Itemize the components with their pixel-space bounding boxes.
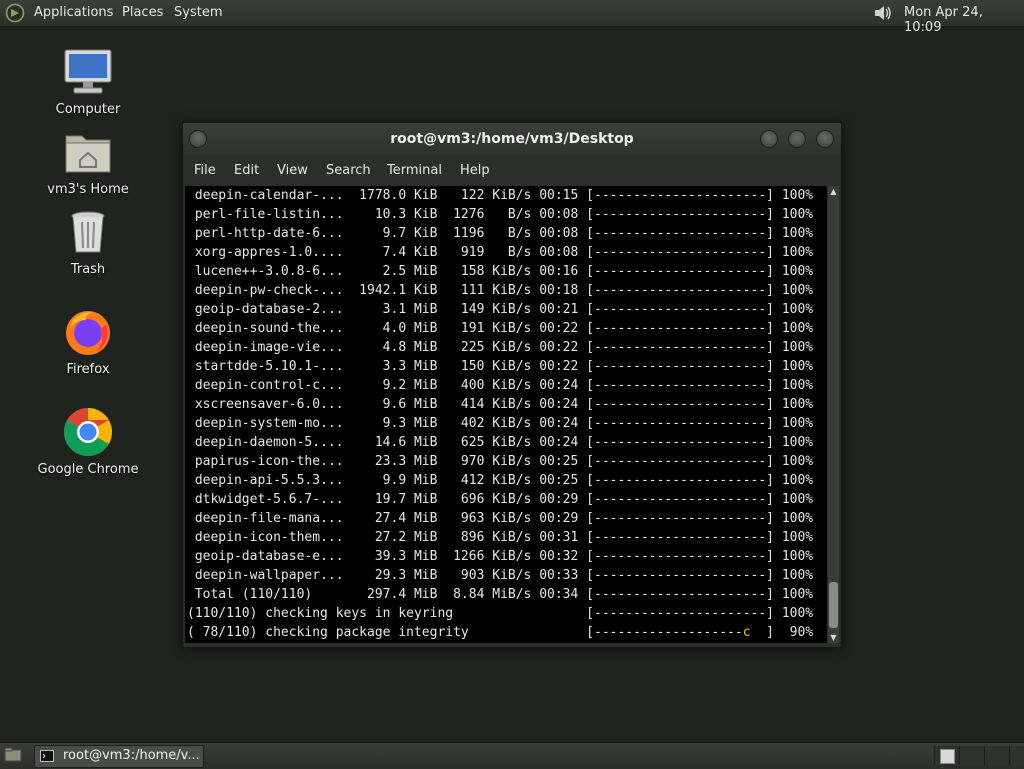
- menu-edit[interactable]: Edit: [234, 163, 259, 178]
- terminal-line: xscreensaver-6.0... 9.6 MiB 414 KiB/s 00…: [187, 397, 814, 412]
- terminal-line-current: ( 78/110) checking package integrity [--…: [187, 623, 813, 642]
- menu-system[interactable]: System: [174, 5, 222, 20]
- menu-places[interactable]: Places: [122, 5, 163, 20]
- terminal-menubar: File Edit View Search Terminal Help: [183, 155, 841, 185]
- desktop-icon-trash[interactable]: Trash: [33, 206, 143, 277]
- menu-help[interactable]: Help: [460, 163, 490, 178]
- menu-file[interactable]: File: [194, 163, 216, 178]
- progress-text: ( 78/110) checking package integrity [--…: [187, 625, 743, 640]
- desktop-icon-computer[interactable]: Computer: [33, 46, 143, 117]
- workspace-3[interactable]: [984, 746, 1009, 765]
- scroll-down-arrow-icon[interactable]: ▼: [829, 633, 838, 642]
- desktop-icon-label: vm3's Home: [47, 182, 129, 197]
- terminal-output[interactable]: deepin-calendar-... 1778.0 KiB 122 KiB/s…: [185, 186, 827, 643]
- terminal-line: deepin-pw-check-... 1942.1 KiB 111 KiB/s…: [187, 283, 814, 298]
- terminal-line: deepin-icon-them... 27.2 MiB 896 KiB/s 0…: [187, 530, 814, 545]
- computer-icon: [62, 46, 114, 98]
- pacman-icon: c: [742, 625, 751, 640]
- terminal-line: startdde-5.10.1-... 3.3 MiB 150 KiB/s 00…: [187, 359, 814, 374]
- terminal-line: perl-http-date-6... 9.7 KiB 1196 B/s 00:…: [187, 226, 814, 241]
- terminal-line: (110/110) checking keys in keyring [----…: [187, 606, 814, 621]
- window-title: root@vm3:/home/vm3/Desktop: [390, 131, 634, 147]
- minimize-button[interactable]: [760, 130, 778, 148]
- home-folder-icon: [62, 126, 114, 178]
- terminal-line: geoip-database-e... 39.3 MiB 1266 KiB/s …: [187, 549, 814, 564]
- terminal-line: deepin-daemon-5.... 14.6 MiB 625 KiB/s 0…: [187, 435, 814, 450]
- trash-icon: [62, 206, 114, 258]
- terminal-icon: [40, 750, 54, 762]
- menu-terminal[interactable]: Terminal: [387, 163, 442, 178]
- terminal-line: deepin-api-5.5.3... 9.9 MiB 412 KiB/s 00…: [187, 473, 814, 488]
- workspace-4[interactable]: [1009, 746, 1024, 765]
- terminal-line: deepin-file-mana... 27.4 MiB 963 KiB/s 0…: [187, 511, 814, 526]
- window-titlebar[interactable]: root@vm3:/home/vm3/Desktop: [183, 123, 841, 155]
- chrome-icon: [62, 406, 114, 458]
- progress-percent: ] 90%: [750, 625, 814, 640]
- taskbar-button-label: root@vm3:/home/v...: [63, 748, 200, 763]
- terminal-line: geoip-database-2... 3.1 MiB 149 KiB/s 00…: [187, 302, 814, 317]
- terminal-line: perl-file-listin... 10.3 KiB 1276 B/s 00…: [187, 207, 814, 222]
- desktop-icon-label: Google Chrome: [37, 462, 139, 477]
- menu-search[interactable]: Search: [326, 163, 371, 178]
- workspace-2[interactable]: [959, 746, 984, 765]
- menu-view[interactable]: View: [277, 163, 308, 178]
- terminal-line: lucene++-3.0.8-6... 2.5 MiB 158 KiB/s 00…: [187, 264, 814, 279]
- top-panel: Applications Places System Mon Apr 24, 1…: [0, 0, 1024, 35]
- terminal-line: Total (110/110) 297.4 MiB 8.84 MiB/s 00:…: [187, 587, 814, 602]
- close-button[interactable]: [816, 130, 834, 148]
- terminal-line: deepin-wallpaper... 29.3 MiB 903 KiB/s 0…: [187, 568, 814, 583]
- terminal-line: deepin-calendar-... 1778.0 KiB 122 KiB/s…: [187, 188, 814, 203]
- terminal-window[interactable]: root@vm3:/home/vm3/Desktop File Edit Vie…: [182, 122, 842, 648]
- desktop-icon-label: Computer: [55, 102, 121, 117]
- volume-icon[interactable]: [872, 3, 894, 23]
- taskbar-terminal-button[interactable]: root@vm3:/home/v...: [34, 745, 204, 768]
- terminal-scrollbar[interactable]: ▲ ▼: [828, 186, 839, 643]
- maximize-button[interactable]: [788, 130, 806, 148]
- terminal-line: dtkwidget-5.6.7-... 19.7 MiB 696 KiB/s 0…: [187, 492, 814, 507]
- bottom-panel: root@vm3:/home/v...: [0, 742, 1024, 769]
- terminal-line: deepin-control-c... 9.2 MiB 400 KiB/s 00…: [187, 378, 814, 393]
- workspace-1[interactable]: [934, 746, 959, 765]
- menu-applications[interactable]: Applications: [34, 5, 113, 20]
- firefox-icon: [62, 306, 114, 358]
- desktop-icon-label: Trash: [70, 262, 106, 277]
- desktop-icon-home[interactable]: vm3's Home: [33, 126, 143, 197]
- desktop-icon-chrome[interactable]: Google Chrome: [33, 406, 143, 477]
- terminal-line: deepin-image-vie... 4.8 MiB 225 KiB/s 00…: [187, 340, 814, 355]
- scroll-up-arrow-icon[interactable]: ▲: [829, 187, 838, 196]
- clock[interactable]: Mon Apr 24, 10:09: [904, 5, 1024, 35]
- distro-logo-icon[interactable]: [5, 3, 25, 23]
- desktop-icon-firefox[interactable]: Firefox: [33, 306, 143, 377]
- terminal-line: xorg-appres-1.0.... 7.4 KiB 919 B/s 00:0…: [187, 245, 814, 260]
- terminal-line: deepin-system-mo... 9.3 MiB 402 KiB/s 00…: [187, 416, 814, 431]
- show-desktop-icon[interactable]: [4, 747, 22, 763]
- desktop-icon-label: Firefox: [66, 362, 110, 377]
- terminal-line: deepin-sound-the... 4.0 MiB 191 KiB/s 00…: [187, 321, 814, 336]
- scrollbar-thumb[interactable]: [829, 582, 838, 628]
- terminal-line: papirus-icon-the... 23.3 MiB 970 KiB/s 0…: [187, 454, 814, 469]
